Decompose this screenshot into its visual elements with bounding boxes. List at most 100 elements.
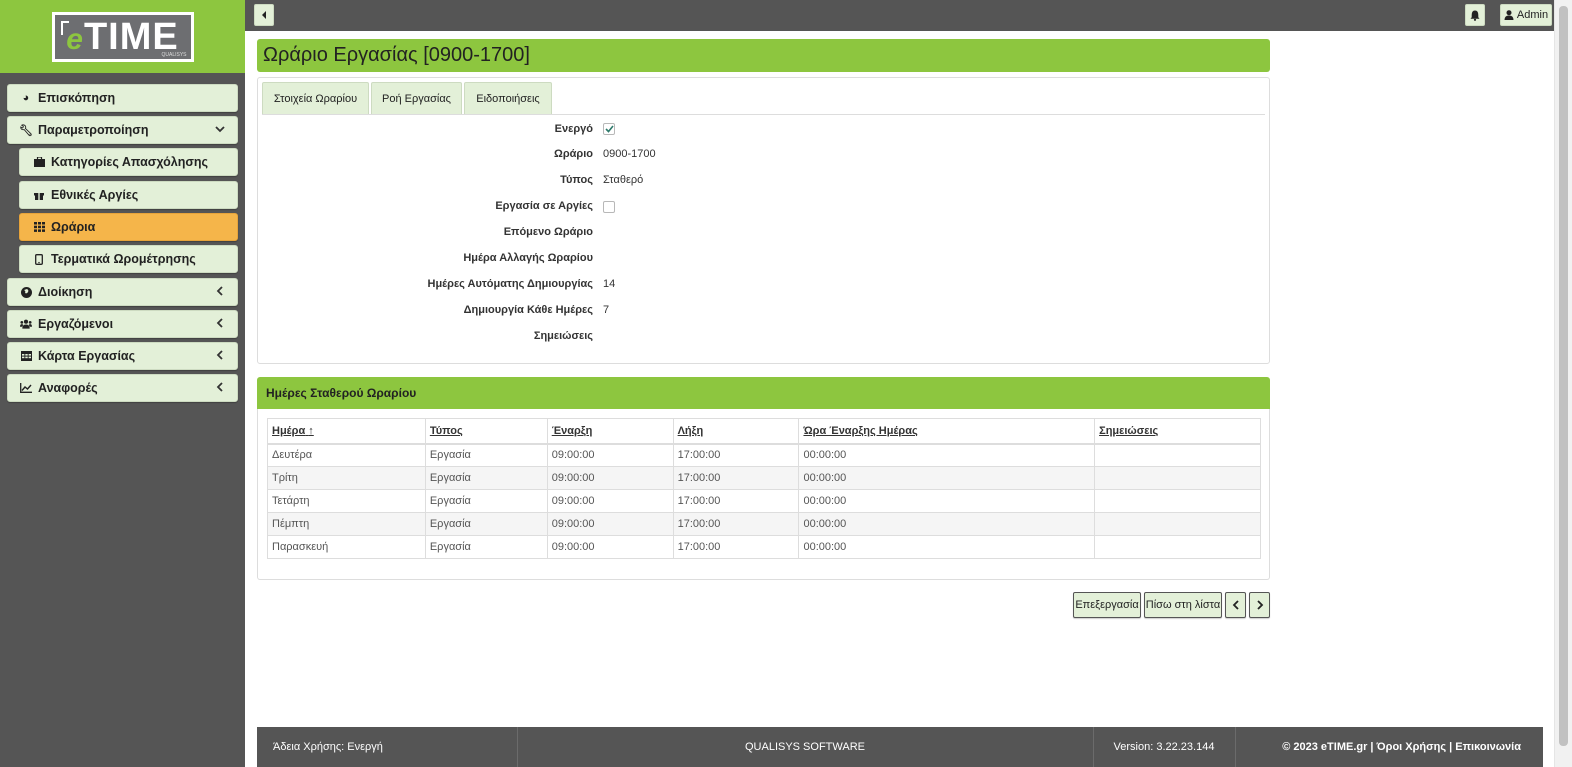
globe-icon bbox=[20, 286, 32, 298]
column-header-notes[interactable]: Σημειώσεις bbox=[1094, 418, 1261, 445]
cell-start: 09:00:00 bbox=[546, 443, 674, 467]
schedule-value: 0900-1700 bbox=[603, 148, 656, 160]
cell-type: Εργασία bbox=[424, 443, 548, 467]
tab-notifications[interactable]: Ειδοποιήσεις bbox=[464, 82, 552, 114]
cell-notes bbox=[1094, 443, 1261, 467]
cell-day-start-time: 00:00:00 bbox=[798, 466, 1096, 490]
next-record-button[interactable] bbox=[1249, 592, 1270, 618]
table-row[interactable]: Τρίτη Εργασία 09:00:00 17:00:00 00:00:00 bbox=[267, 466, 1261, 490]
cell-start: 09:00:00 bbox=[546, 466, 674, 490]
cell-day: Τετάρτη bbox=[267, 489, 426, 513]
work-holidays-checkbox[interactable] bbox=[603, 201, 615, 213]
sidebar-item-label: Επισκόπηση bbox=[38, 91, 116, 105]
user-menu-button[interactable]: Admin bbox=[1500, 4, 1552, 26]
tab-label: Ροή Εργασίας bbox=[382, 92, 451, 105]
column-header-type[interactable]: Τύπος bbox=[424, 418, 548, 445]
previous-record-button[interactable] bbox=[1225, 592, 1246, 618]
sidebar-item-label: Αναφορές bbox=[38, 381, 98, 395]
days-table: Ημέρα ↑ Τύπος Έναρξη Λήξη Ώρα Έναρξης Ημ… bbox=[267, 418, 1261, 559]
cell-start: 09:00:00 bbox=[546, 489, 674, 513]
active-checkbox[interactable] bbox=[603, 123, 615, 135]
user-icon bbox=[1504, 10, 1514, 20]
user-name: Admin bbox=[1516, 9, 1549, 21]
table-row[interactable]: Τετάρτη Εργασία 09:00:00 17:00:00 00:00:… bbox=[267, 489, 1261, 513]
cell-end: 17:00:00 bbox=[672, 512, 800, 536]
fixed-schedule-days-panel: Ημέρα ↑ Τύπος Έναρξη Λήξη Ώρα Έναρξης Ημ… bbox=[257, 409, 1270, 580]
cell-notes bbox=[1094, 466, 1261, 490]
cell-day: Τρίτη bbox=[267, 466, 426, 490]
table-header-row: Ημέρα ↑ Τύπος Έναρξη Λήξη Ώρα Έναρξης Ημ… bbox=[267, 418, 1261, 445]
column-header-day[interactable]: Ημέρα ↑ bbox=[267, 418, 426, 445]
cell-day-start-time: 00:00:00 bbox=[798, 443, 1096, 467]
sidebar-item-administration[interactable]: Διοίκηση bbox=[7, 278, 238, 306]
cell-day-start-time: 00:00:00 bbox=[798, 489, 1096, 513]
briefcase-icon bbox=[33, 156, 45, 168]
change-day-label: Ημέρα Αλλαγής Ωραρίου bbox=[463, 252, 593, 264]
company-name: QUALISYS SOFTWARE bbox=[744, 741, 865, 753]
tab-workflow[interactable]: Ροή Εργασίας bbox=[371, 82, 462, 114]
auto-create-days-value: 14 bbox=[603, 278, 616, 290]
sidebar-item-label: Εθνικές Αργίες bbox=[51, 188, 139, 202]
chevron-down-icon bbox=[215, 124, 225, 137]
chevron-left-icon bbox=[215, 350, 225, 363]
next-schedule-label: Επόμενο Ωράριο bbox=[503, 226, 593, 238]
table-row[interactable]: Πέμπτη Εργασία 09:00:00 17:00:00 00:00:0… bbox=[267, 512, 1261, 536]
schedule-details-panel: Στοιχεία Ωραρίου Ροή Εργασίας Ειδοποιήσε… bbox=[257, 77, 1270, 364]
sidebar-item-overview[interactable]: ◕ Επισκόπηση bbox=[7, 84, 238, 112]
chevron-left-icon bbox=[215, 382, 225, 395]
cell-type: Εργασία bbox=[424, 466, 548, 490]
sidebar-item-label: Διοίκηση bbox=[38, 285, 93, 299]
sidebar-item-settings[interactable]: 🔧︎ Παραμετροποίηση bbox=[7, 116, 238, 144]
sidebar-item-employment-categories[interactable]: Κατηγορίες Απασχόλησης bbox=[19, 148, 238, 176]
sidebar-item-label: Εργαζόμενοι bbox=[38, 317, 114, 331]
column-header-end[interactable]: Λήξη bbox=[672, 418, 800, 445]
cell-notes bbox=[1094, 535, 1261, 559]
cell-end: 17:00:00 bbox=[672, 466, 800, 490]
copyright-links[interactable]: © 2023 eTIME.gr | Όροι Χρήσης | Επικοινω… bbox=[1235, 727, 1521, 767]
fixed-schedule-days-header: Ημέρες Σταθερού Ωραρίου bbox=[257, 377, 1270, 409]
sidebar-item-label: Κάρτα Εργασίας bbox=[38, 349, 136, 363]
sidebar-item-national-holidays[interactable]: Εθνικές Αργίες bbox=[19, 181, 238, 209]
sidebar-item-time-terminals[interactable]: Τερματικά Ωρομέτρησης bbox=[19, 245, 238, 273]
mobile-icon bbox=[33, 253, 45, 265]
column-header-start[interactable]: Έναρξη bbox=[546, 418, 674, 445]
sidebar-item-employees[interactable]: Εργαζόμενοι bbox=[7, 310, 238, 338]
cell-day: Δευτέρα bbox=[267, 443, 426, 467]
sidebar-item-schedules[interactable]: Ωράρια bbox=[19, 213, 238, 241]
cell-start: 09:00:00 bbox=[546, 512, 674, 536]
tab-label: Ειδοποιήσεις bbox=[476, 92, 540, 105]
cell-type: Εργασία bbox=[424, 535, 548, 559]
etime-logo[interactable]: eTIME QUALISYS bbox=[51, 11, 194, 62]
pie-chart-icon: ◕ bbox=[22, 92, 30, 104]
grid-icon bbox=[33, 221, 45, 233]
scrollbar-thumb[interactable] bbox=[1559, 6, 1568, 746]
logo-area: eTIME QUALISYS bbox=[0, 0, 245, 73]
notifications-button[interactable] bbox=[1465, 4, 1485, 26]
line-chart-icon bbox=[20, 382, 32, 394]
chevron-right-icon bbox=[1256, 600, 1263, 610]
sidebar: eTIME QUALISYS ◕ Επισκόπηση 🔧︎ Παραμετρο… bbox=[0, 0, 245, 767]
notes-label: Σημειώσεις bbox=[533, 330, 593, 342]
checkmark-icon bbox=[604, 125, 614, 133]
column-header-day-start-time[interactable]: Ώρα Έναρξης Ημέρας bbox=[798, 418, 1096, 445]
cell-day-start-time: 00:00:00 bbox=[798, 535, 1096, 559]
cell-end: 17:00:00 bbox=[672, 443, 800, 467]
sidebar-toggle-button[interactable] bbox=[254, 4, 274, 26]
table-row[interactable]: Παρασκευή Εργασία 09:00:00 17:00:00 00:0… bbox=[267, 535, 1261, 559]
edit-button[interactable]: Επεξεργασία bbox=[1073, 592, 1141, 618]
sidebar-item-time-card[interactable]: Κάρτα Εργασίας bbox=[7, 342, 238, 370]
calendar-icon bbox=[20, 350, 32, 362]
chevron-left-icon bbox=[215, 286, 225, 299]
cell-type: Εργασία bbox=[424, 489, 548, 513]
table-row[interactable]: Δευτέρα Εργασία 09:00:00 17:00:00 00:00:… bbox=[267, 443, 1261, 467]
wrench-icon: 🔧︎ bbox=[19, 124, 33, 137]
back-to-list-button[interactable]: Πίσω στη λίστα bbox=[1144, 592, 1222, 618]
gift-icon bbox=[33, 189, 45, 201]
users-icon bbox=[20, 318, 32, 330]
sidebar-item-reports[interactable]: Αναφορές bbox=[7, 374, 238, 402]
tab-divider bbox=[262, 114, 1265, 115]
page-scrollbar[interactable] bbox=[1554, 0, 1572, 767]
tab-schedule-details[interactable]: Στοιχεία Ωραρίου bbox=[262, 82, 369, 114]
create-every-days-label: Δημιουργία Κάθε Ημέρες bbox=[463, 304, 593, 316]
sort-ascending-icon: ↑ bbox=[308, 424, 314, 437]
